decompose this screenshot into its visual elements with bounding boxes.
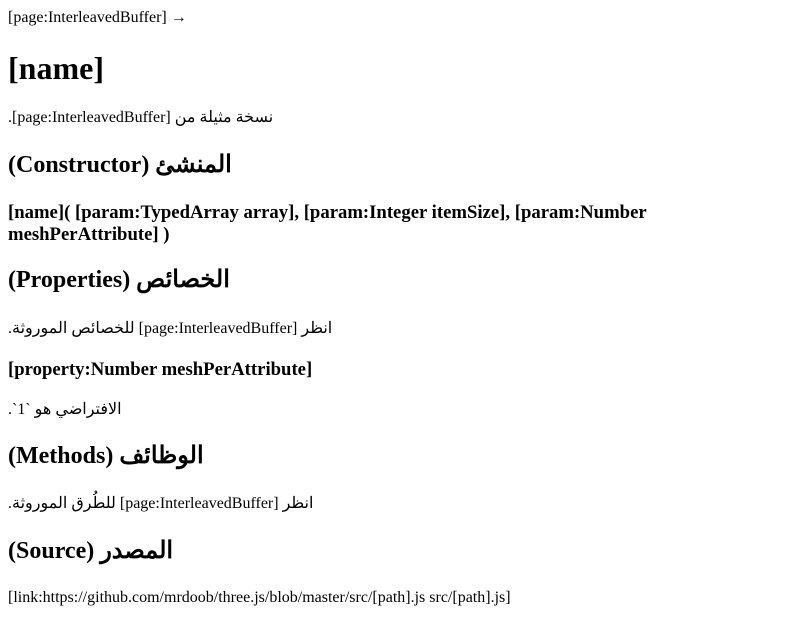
constructor-heading: المنشئ (Constructor) <box>8 152 232 178</box>
properties-heading: الخصائص (Properties) <box>8 267 230 293</box>
property-default-value: الافتراضي هو `1`. <box>8 401 122 418</box>
source-heading: المصدر (Source) <box>8 538 174 564</box>
property-mesh-per-attribute: [property:Number meshPerAttribute] <box>8 359 313 380</box>
methods-description: انظر [page:InterleavedBuffer] للطُرق الم… <box>8 495 314 512</box>
source-link[interactable]: [link:https://github.com/mrdoob/three.js… <box>8 588 511 608</box>
inherit-link[interactable]: [page:InterleavedBuffer] → <box>8 8 187 28</box>
class-description: نسخة مثيلة من [page:InterleavedBuffer]. <box>8 109 274 126</box>
constructor-signature: [name]( [param:TypedArray array], [param… <box>8 202 647 245</box>
page-title: [name] <box>8 50 104 86</box>
methods-heading: الوظائف (Methods) <box>8 443 204 469</box>
properties-description: انظر [page:InterleavedBuffer] للخصائص ال… <box>8 320 333 337</box>
